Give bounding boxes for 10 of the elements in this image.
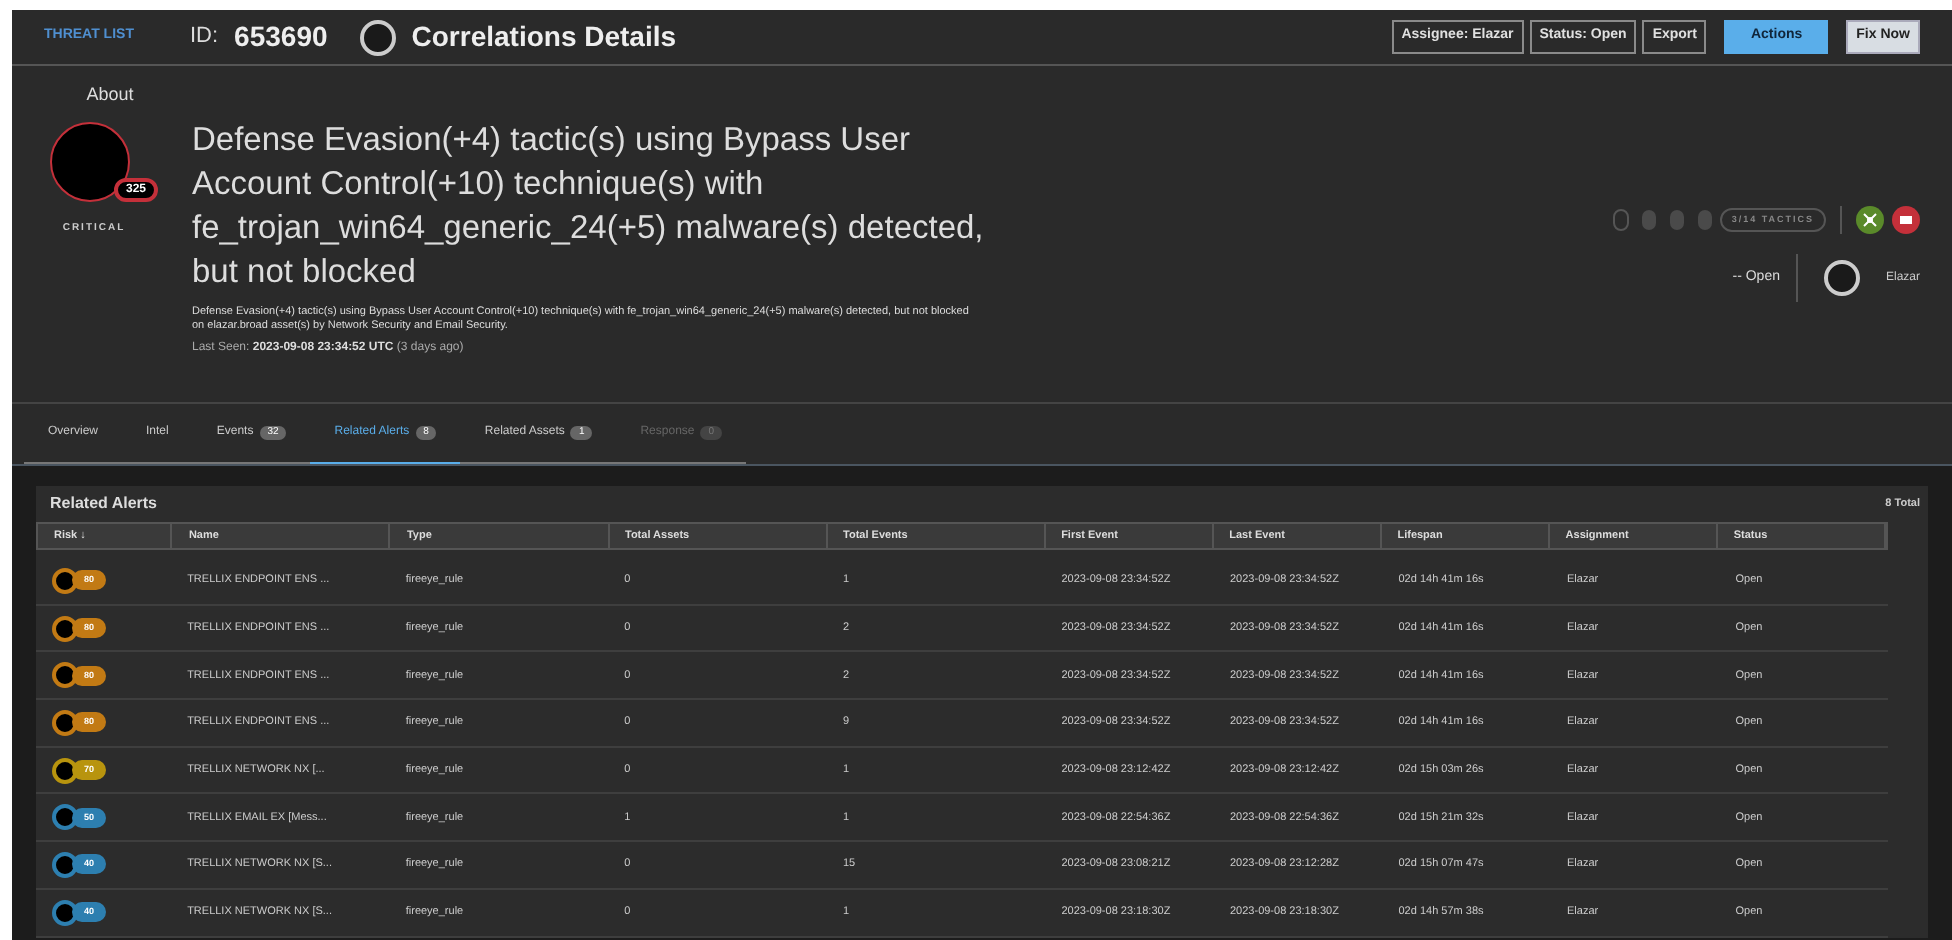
network-icon [1856,206,1884,234]
table-title: Related Alerts [50,492,157,516]
id-label: ID: [189,22,219,53]
avatar-icon [1823,260,1860,296]
email-icon [1892,206,1920,234]
alert-headline: Defense Evasion(+4) tactic(s) using Bypass User Account Control(+10) technique(s) with fe_trojan_win64_generic_24(+5) malware(s) detected, but not blocked [192,120,986,294]
page-title: Correlations Details [411,18,677,56]
section-label: About [86,82,134,108]
tactic-dots-icon [1611,208,1712,232]
id-value: 653690 [234,18,328,56]
